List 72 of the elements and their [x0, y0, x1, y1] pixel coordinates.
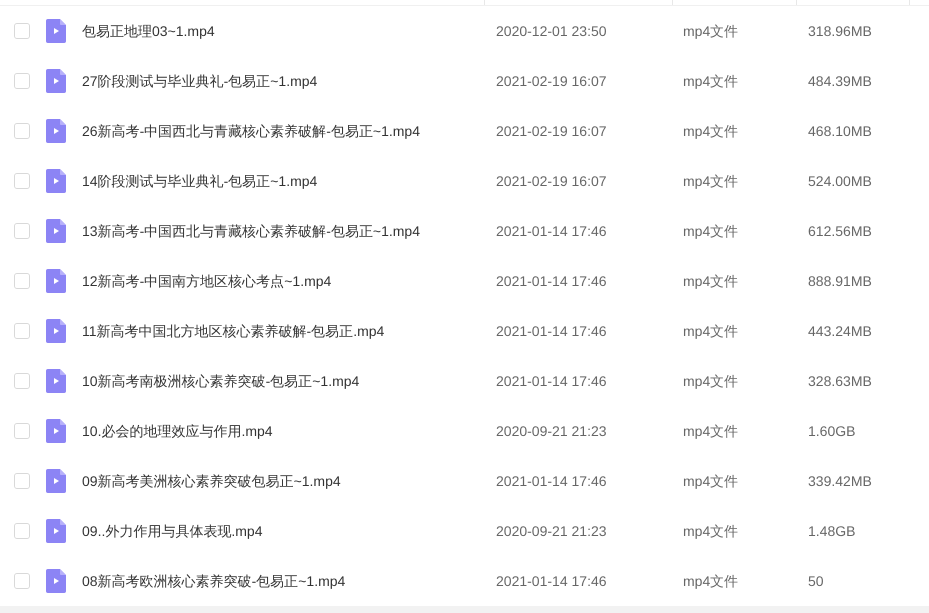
file-name[interactable]: 10.必会的地理效应与作用.mp4	[82, 420, 496, 442]
modified-date: 2021-01-14 17:46	[496, 272, 608, 290]
file-name[interactable]: 08新高考欧洲核心素养突破-包易正~1.mp4	[82, 570, 496, 592]
file-type: mp4文件	[683, 122, 740, 141]
modified-date: 2021-02-19 16:07	[496, 122, 608, 140]
file-name[interactable]: 09新高考美洲核心素养突破包易正~1.mp4	[82, 470, 496, 492]
file-type: mp4文件	[683, 172, 740, 191]
file-size: 318.96MB	[808, 22, 872, 40]
modified-date: 2020-09-21 21:23	[496, 422, 608, 440]
file-name[interactable]: 09..外力作用与具体表现.mp4	[82, 520, 496, 542]
file-size: 524.00MB	[808, 172, 872, 190]
checkbox[interactable]	[14, 423, 30, 439]
file-size: 468.10MB	[808, 122, 872, 140]
file-type: mp4文件	[683, 422, 740, 441]
modified-date: 2021-01-14 17:46	[496, 322, 608, 340]
file-name[interactable]: 13新高考-中国西北与青藏核心素养破解-包易正~1.mp4	[82, 220, 496, 242]
video-file-icon	[46, 369, 66, 393]
file-type: mp4文件	[683, 222, 740, 241]
checkbox[interactable]	[14, 73, 30, 89]
checkbox[interactable]	[14, 573, 30, 589]
file-type: mp4文件	[683, 572, 740, 591]
video-file-icon	[46, 119, 66, 143]
file-size: 1.60GB	[808, 422, 856, 440]
video-file-icon	[46, 319, 66, 343]
checkbox[interactable]	[14, 173, 30, 189]
file-type: mp4文件	[683, 472, 740, 491]
checkbox[interactable]	[14, 523, 30, 539]
file-name[interactable]: 11新高考中国北方地区核心素养破解-包易正.mp4	[82, 320, 496, 342]
video-file-icon	[46, 69, 66, 93]
checkbox[interactable]	[14, 473, 30, 489]
modified-date: 2021-01-14 17:46	[496, 372, 608, 390]
file-size: 339.42MB	[808, 472, 872, 490]
file-type: mp4文件	[683, 72, 740, 91]
file-name[interactable]: 10新高考南极洲核心素养突破-包易正~1.mp4	[82, 370, 496, 392]
file-size: 612.56MB	[808, 222, 872, 240]
modified-date: 2020-09-21 21:23	[496, 522, 608, 540]
file-size: 1.48GB	[808, 522, 856, 540]
file-type: mp4文件	[683, 372, 740, 391]
video-file-icon	[46, 19, 66, 43]
file-name[interactable]: 14阶段测试与毕业典礼-包易正~1.mp4	[82, 170, 496, 192]
checkbox[interactable]	[14, 323, 30, 339]
modified-date: 2021-02-19 16:07	[496, 72, 608, 90]
file-size: 484.39MB	[808, 72, 872, 90]
file-type: mp4文件	[683, 522, 740, 541]
video-file-icon	[46, 569, 66, 593]
file-size: 888.91MB	[808, 272, 872, 290]
modified-date: 2021-02-19 16:07	[496, 172, 608, 190]
checkbox[interactable]	[14, 123, 30, 139]
file-name[interactable]: 26新高考-中国西北与青藏核心素养破解-包易正~1.mp4	[82, 120, 496, 142]
modified-date: 2021-01-14 17:46	[496, 222, 608, 240]
file-name[interactable]: 12新高考-中国南方地区核心考点~1.mp4	[82, 270, 496, 292]
checkbox[interactable]	[14, 373, 30, 389]
video-file-icon	[46, 419, 66, 443]
modified-date: 2021-01-14 17:46	[496, 572, 608, 590]
file-name[interactable]: 包易正地理03~1.mp4	[82, 20, 496, 42]
file-type: mp4文件	[683, 22, 740, 41]
modified-date: 2021-01-14 17:46	[496, 472, 608, 490]
video-file-icon	[46, 269, 66, 293]
file-size: 328.63MB	[808, 372, 872, 390]
video-file-icon	[46, 219, 66, 243]
file-type: mp4文件	[683, 272, 740, 291]
checkbox[interactable]	[14, 273, 30, 289]
checkbox[interactable]	[14, 223, 30, 239]
file-type: mp4文件	[683, 322, 740, 341]
file-size: 443.24MB	[808, 322, 872, 340]
checkbox[interactable]	[14, 23, 30, 39]
video-file-icon	[46, 469, 66, 493]
file-size: 50	[808, 572, 824, 590]
modified-date: 2020-12-01 23:50	[496, 22, 608, 40]
video-file-icon	[46, 519, 66, 543]
video-file-icon	[46, 169, 66, 193]
file-name[interactable]: 27阶段测试与毕业典礼-包易正~1.mp4	[82, 70, 496, 92]
